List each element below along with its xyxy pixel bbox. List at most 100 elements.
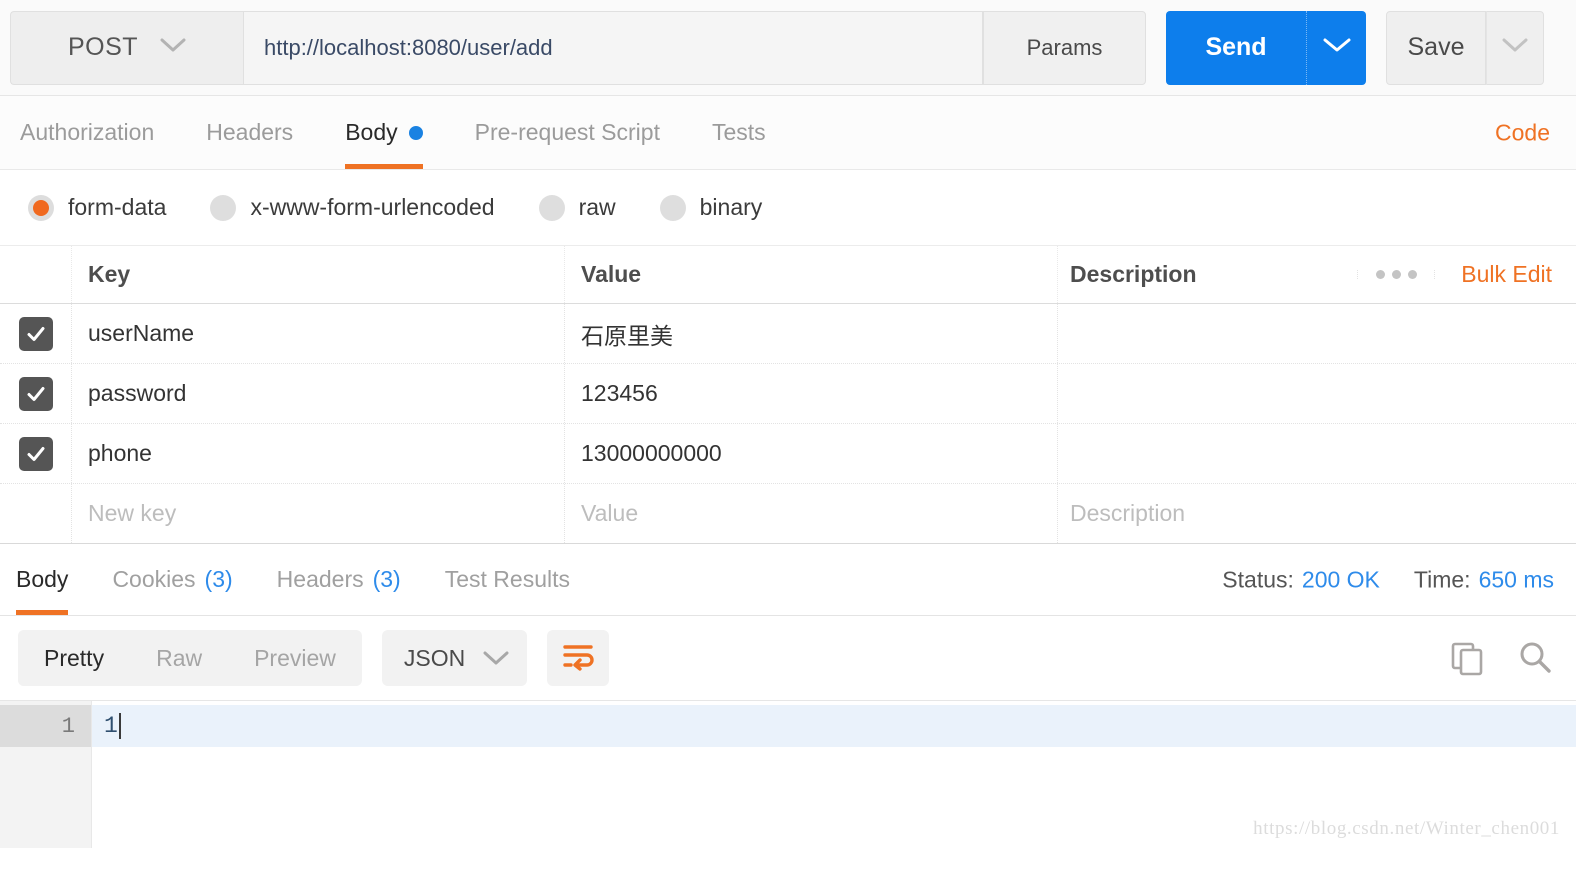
chevron-down-icon <box>1502 37 1528 58</box>
tab-headers[interactable]: Headers <box>180 96 319 169</box>
header-value-label: Value <box>581 261 642 287</box>
format-label: JSON <box>403 644 466 671</box>
view-mode-label: Preview <box>254 644 336 671</box>
send-options-button[interactable] <box>1306 10 1366 85</box>
row-key-cell[interactable]: phone <box>72 424 565 483</box>
editor-code-area[interactable]: 1 https://blog.csdn.net/Winter_chen001 <box>92 701 1576 848</box>
params-label: Params <box>1026 34 1103 60</box>
response-view-mode-group: Pretty Raw Preview <box>18 630 362 686</box>
row-description-cell[interactable] <box>1058 424 1576 483</box>
new-row-value-input[interactable]: Value <box>565 484 1058 543</box>
code-line[interactable]: 1 <box>92 705 1576 747</box>
header-actions: Bulk Edit <box>1357 261 1576 288</box>
editor-gutter: 1 <box>0 701 92 848</box>
row-description-cell[interactable] <box>1058 304 1576 363</box>
header-checkbox-cell <box>0 246 72 303</box>
code-line-text: 1 <box>104 713 118 739</box>
tab-pre-request-script[interactable]: Pre-request Script <box>449 96 686 169</box>
row-checkbox-checked[interactable] <box>18 376 53 411</box>
row-key-cell[interactable]: userName <box>72 304 565 363</box>
new-row-description-input[interactable]: Description <box>1058 484 1576 543</box>
request-url-bar: POST http://localhost:8080/user/add Para… <box>0 0 1576 96</box>
row-value-cell[interactable]: 13000000000 <box>565 424 1058 483</box>
tab-label: Test Results <box>444 566 570 592</box>
new-row-key-input[interactable]: New key <box>72 484 565 543</box>
word-wrap-icon <box>561 641 595 676</box>
row-value-text: 123456 <box>581 380 658 406</box>
view-mode-raw[interactable]: Raw <box>130 630 228 686</box>
save-label: Save <box>1407 33 1465 61</box>
header-key-label: Key <box>88 261 131 287</box>
response-toolbar: Pretty Raw Preview JSON <box>0 616 1576 700</box>
text-cursor <box>118 713 121 739</box>
body-type-radio-group: form-data x-www-form-urlencoded raw bina… <box>0 170 1576 246</box>
row-value-cell[interactable]: 123456 <box>565 364 1058 423</box>
response-tabs: Body Cookies (3) Headers (3) Test Result… <box>0 544 1576 616</box>
response-tab-test-results[interactable]: Test Results <box>423 544 592 615</box>
row-checkbox-cell <box>0 364 72 423</box>
send-button-group: Send <box>1166 10 1366 85</box>
view-mode-label: Raw <box>156 644 203 671</box>
tab-label: Body <box>16 566 69 592</box>
tab-label: Authorization <box>20 119 155 145</box>
radio-binary[interactable]: binary <box>659 194 762 221</box>
http-method-dropdown[interactable]: POST <box>10 10 243 85</box>
tab-label: Tests <box>711 119 766 145</box>
response-tab-body[interactable]: Body <box>0 544 90 615</box>
radio-icon <box>538 194 565 221</box>
line-number: 1 <box>0 705 91 747</box>
radio-form-data[interactable]: form-data <box>28 194 166 221</box>
tab-body[interactable]: Body <box>319 96 448 169</box>
new-value-placeholder: Value <box>581 500 639 526</box>
header-value-cell: Value <box>565 246 1058 303</box>
new-description-placeholder: Description <box>1070 500 1186 526</box>
new-key-placeholder: New key <box>88 500 177 526</box>
row-key-text: phone <box>88 440 152 466</box>
radio-label: form-data <box>68 194 167 220</box>
row-checkbox-checked[interactable] <box>18 436 53 471</box>
view-mode-pretty[interactable]: Pretty <box>18 630 131 686</box>
tab-label: Headers <box>206 119 294 145</box>
radio-icon <box>659 194 686 221</box>
response-tab-headers[interactable]: Headers (3) <box>255 544 423 615</box>
response-tab-cookies[interactable]: Cookies (3) <box>90 544 254 615</box>
radio-label: raw <box>578 194 616 220</box>
status-badge: Status: 200 OK <box>1222 566 1380 593</box>
radio-icon-selected <box>28 194 54 221</box>
time-badge: Time: 650 ms <box>1414 566 1554 593</box>
row-checkbox-cell <box>0 424 72 483</box>
row-value-cell[interactable]: 石原里美 <box>565 304 1058 363</box>
response-body-editor[interactable]: 1 1 https://blog.csdn.net/Winter_chen001 <box>0 700 1576 848</box>
row-checkbox-checked[interactable] <box>18 316 53 351</box>
row-value-text: 13000000000 <box>581 440 722 466</box>
radio-raw[interactable]: raw <box>538 194 616 221</box>
radio-x-www-form-urlencoded[interactable]: x-www-form-urlencoded <box>210 194 495 221</box>
word-wrap-toggle-button[interactable] <box>547 630 610 686</box>
bulk-edit-button[interactable]: Bulk Edit <box>1435 261 1576 288</box>
copy-icon[interactable] <box>1448 639 1486 677</box>
tab-tests[interactable]: Tests <box>686 96 792 169</box>
row-description-cell[interactable] <box>1058 364 1576 423</box>
search-icon[interactable] <box>1516 639 1554 677</box>
tab-authorization[interactable]: Authorization <box>0 96 180 169</box>
headers-count: (3) <box>372 566 401 592</box>
save-button[interactable]: Save <box>1386 10 1486 85</box>
tab-label: Headers <box>276 566 364 592</box>
body-active-dot-icon <box>408 125 423 140</box>
row-key-cell[interactable]: password <box>72 364 565 423</box>
send-button[interactable]: Send <box>1166 10 1306 85</box>
view-mode-preview[interactable]: Preview <box>228 630 362 686</box>
more-options-icon[interactable] <box>1357 270 1436 279</box>
code-link[interactable]: Code <box>1495 119 1550 146</box>
save-options-button[interactable] <box>1486 10 1544 85</box>
cookies-count: (3) <box>204 566 233 592</box>
params-button[interactable]: Params <box>983 10 1146 85</box>
table-row: userName 石原里美 <box>0 304 1576 364</box>
header-description-label: Description <box>1070 261 1197 287</box>
url-input[interactable]: http://localhost:8080/user/add <box>243 10 983 85</box>
chevron-down-icon <box>160 37 186 58</box>
header-key-cell: Key <box>72 246 565 303</box>
response-format-dropdown[interactable]: JSON <box>381 630 528 686</box>
chevron-down-icon <box>1322 36 1352 59</box>
url-text: http://localhost:8080/user/add <box>264 34 553 60</box>
